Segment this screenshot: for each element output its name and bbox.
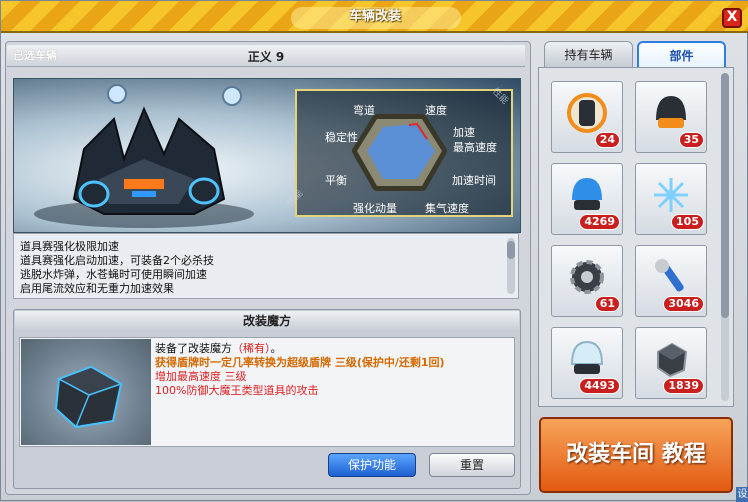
part-count-badge: 61 <box>594 296 620 312</box>
parts-scrollbar[interactable] <box>721 73 729 401</box>
glass-dome-part-icon <box>570 340 604 374</box>
performance-radar <box>352 114 447 191</box>
stat-nitro-speed: 集气速度 <box>425 202 469 215</box>
part-slot[interactable]: 4269 <box>551 163 623 235</box>
protect-button[interactable]: 保护功能 <box>328 453 416 477</box>
stat-balance: 平衡 <box>325 174 347 187</box>
part-slot[interactable]: 4493 <box>551 327 623 399</box>
performance-stats: 弯道 速度 稳定性 加速 最高速度 平衡 加速时间 强化动量 集气速度 性能 性… <box>285 87 513 217</box>
part-count-badge: 24 <box>594 132 620 148</box>
mod-cube-header: 改装魔方 <box>15 311 519 331</box>
mod-cube-image <box>21 339 151 445</box>
stat-speed: 速度 <box>425 104 447 117</box>
vehicle-image <box>34 84 254 228</box>
tab-parts[interactable]: 部件 <box>637 41 726 67</box>
helmet-part-icon <box>656 96 686 128</box>
window-title: 车辆改装 <box>348 9 401 24</box>
stat-boost: 强化动量 <box>353 202 397 215</box>
close-button[interactable]: X <box>722 8 742 28</box>
part-slot[interactable]: 35 <box>635 81 707 153</box>
scroll-thumb[interactable] <box>721 73 729 318</box>
spark-part-icon <box>654 178 688 212</box>
part-count-badge: 4269 <box>579 214 620 230</box>
stat-cornering: 弯道 <box>353 104 375 117</box>
part-count-badge: 105 <box>671 214 704 230</box>
mod-effect-defense: 100%防御大魔王类型道具的攻击 <box>155 384 319 397</box>
description-scrollbar[interactable] <box>507 238 515 294</box>
tab-owned-vehicles[interactable]: 持有车辆 <box>544 41 633 67</box>
description-line: 启用尾流效应和无重力加速效果 <box>20 282 174 295</box>
settings-corner-button[interactable]: 设 <box>736 487 748 502</box>
stat-acceleration: 加速 <box>453 126 475 139</box>
reset-button[interactable]: 重置 <box>429 453 515 477</box>
vehicle-description: 道具赛强化极限加速 道具赛强化启动加速，可装备2个必杀技 逃脱水炸弹，水苍蝇时可… <box>13 233 519 299</box>
cube-part-icon <box>657 342 688 378</box>
part-slot[interactable]: 1839 <box>635 327 707 399</box>
cube-icon <box>54 365 123 429</box>
tutorial-button[interactable]: 改装车间 教程 <box>539 417 733 493</box>
part-count-badge: 4493 <box>579 378 620 394</box>
stat-accel-time: 加速时间 <box>452 174 496 187</box>
stat-stability: 稳定性 <box>325 131 358 144</box>
part-count-badge: 3046 <box>663 296 704 312</box>
part-slot[interactable]: 3046 <box>635 245 707 317</box>
part-slot[interactable]: 61 <box>551 245 623 317</box>
wrench-part-icon <box>655 259 684 292</box>
vehicle-name: 正义 9 <box>247 50 285 64</box>
part-slot[interactable]: 24 <box>551 81 623 153</box>
blue-dome-part-icon <box>572 178 602 210</box>
stat-top-speed: 最高速度 <box>453 141 497 154</box>
scroll-thumb[interactable] <box>507 241 515 259</box>
engine-part-icon <box>567 93 607 133</box>
part-count-badge: 35 <box>678 132 704 148</box>
gear-part-icon <box>570 260 604 294</box>
part-count-badge: 1839 <box>663 378 704 394</box>
modification-window: 车辆改装 X 已选车辆 正义 9 弯道 速度 稳定性 加速 最高速度 平衡 加速… <box>0 0 748 502</box>
selected-vehicle-label: 已选车辆 <box>13 49 57 62</box>
part-slot[interactable]: 105 <box>635 163 707 235</box>
